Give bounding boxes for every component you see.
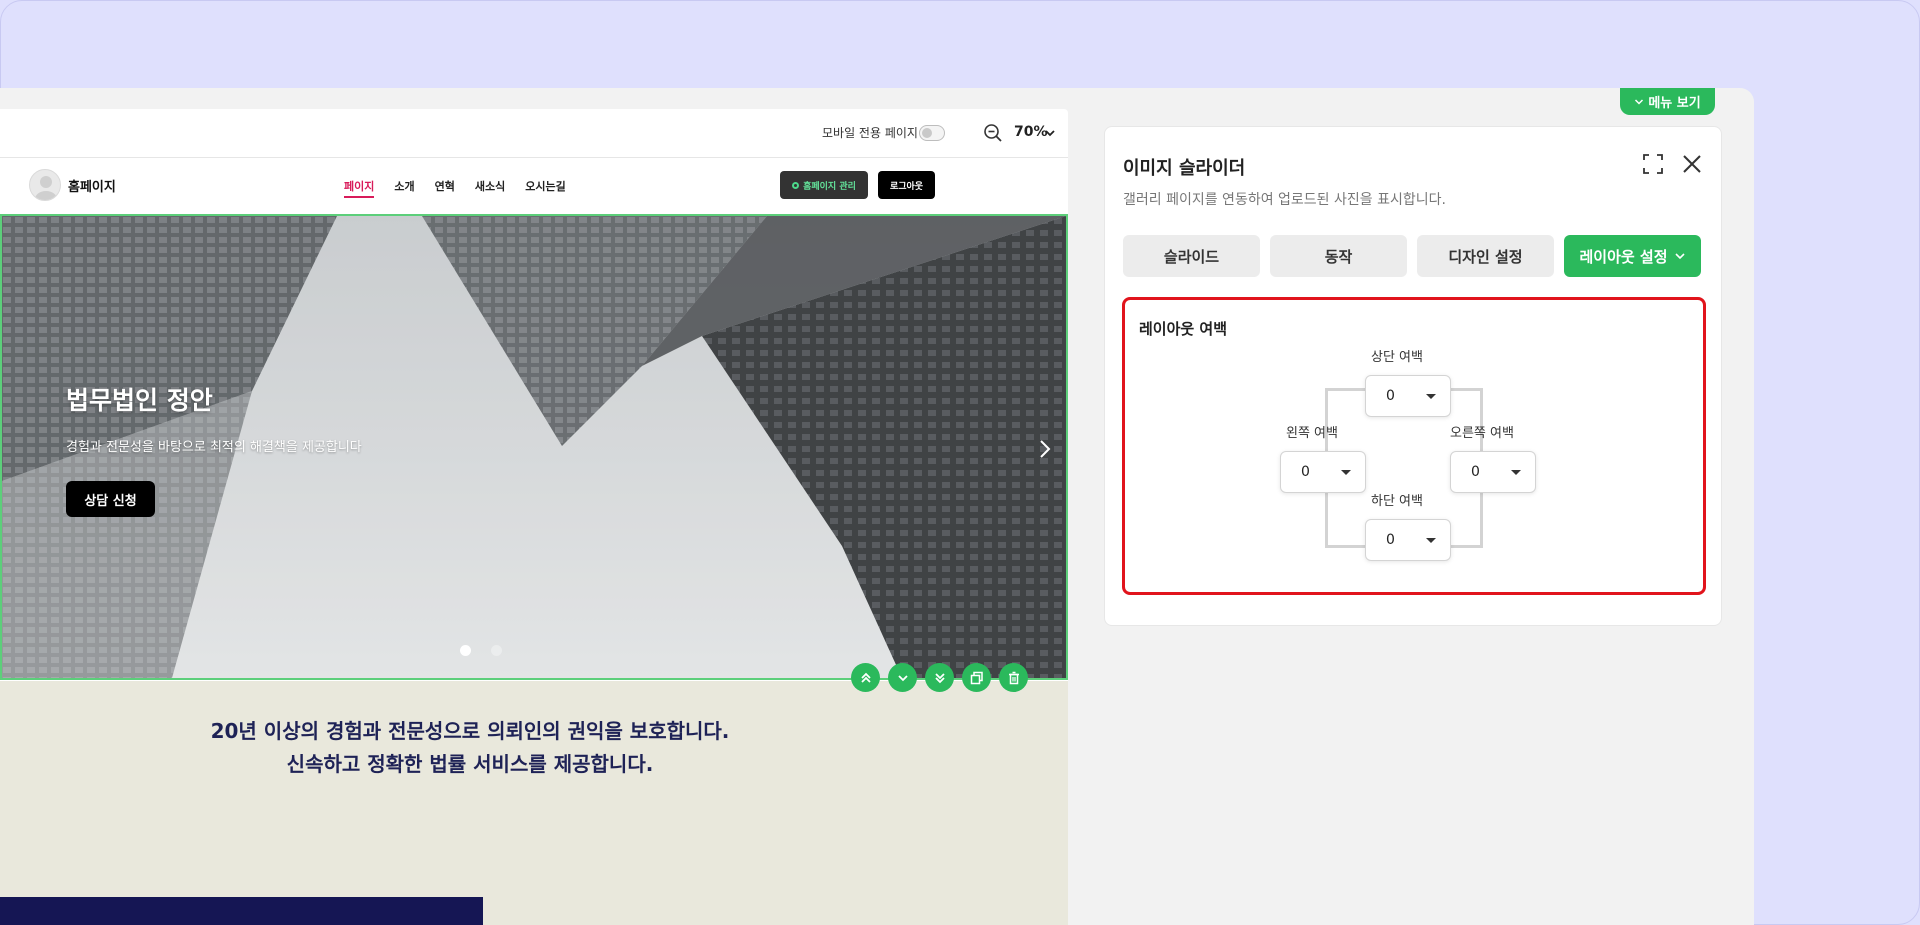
hero-subtitle: 경험과 전문성을 바탕으로 최적의 해결책을 제공합니다	[66, 440, 362, 455]
menu-view-button[interactable]: 메뉴 보기	[1620, 88, 1715, 115]
nav-item-about[interactable]: 소개	[394, 178, 414, 198]
top-margin-select[interactable]: 0	[1365, 375, 1451, 417]
intro-line-2: 신속하고 정확한 법률 서비스를 제공합니다.	[286, 752, 654, 776]
nav-item-history[interactable]: 연혁	[435, 178, 455, 198]
chevron-right-icon[interactable]	[1036, 437, 1054, 461]
caret-down-icon	[1341, 470, 1351, 475]
tab-motion[interactable]: 동작	[1270, 235, 1407, 277]
intro-line-1: 20년 이상의 경험과 전문성으로 의뢰인의 권익을 보호합니다.	[210, 719, 730, 743]
mobile-only-label: 모바일 전용 페이지	[822, 126, 918, 140]
chevron-down-icon[interactable]	[1044, 127, 1056, 139]
tab-design[interactable]: 디자인 설정	[1417, 235, 1554, 277]
homepage-admin-button[interactable]: 홈페이지 관리	[780, 171, 868, 199]
panel-description: 갤러리 페이지를 연동하여 업로드된 사진을 표시합니다.	[1123, 192, 1446, 208]
caret-down-icon	[1426, 394, 1436, 399]
right-margin-label: 오른쪽 여백	[1450, 426, 1514, 441]
delete-button[interactable]	[999, 663, 1028, 692]
move-to-top-button[interactable]	[851, 663, 880, 692]
left-margin-value: 0	[1301, 464, 1310, 480]
double-chevron-up-icon	[860, 672, 871, 683]
settings-panel: 이미지 슬라이더 갤러리 페이지를 연동하여 업로드된 사진을 표시합니다. 슬…	[1104, 126, 1722, 626]
hero-slider[interactable]: 법무법인 정안 경험과 전문성을 바탕으로 최적의 해결책을 제공합니다 상담 …	[0, 214, 1068, 680]
site-header: 홈페이지 페이지 소개 연혁 새소식 오시는길 홈페이지 관리 로그아웃	[0, 159, 1068, 213]
double-chevron-down-icon	[934, 672, 945, 683]
duplicate-button[interactable]	[962, 663, 991, 692]
right-margin-select[interactable]: 0	[1450, 451, 1536, 493]
tab-layout[interactable]: 레이아웃 설정	[1564, 235, 1701, 277]
hero-title: 법무법인 정안	[66, 386, 213, 415]
bottom-margin-value: 0	[1386, 532, 1395, 548]
tab-layout-label: 레이아웃 설정	[1579, 247, 1668, 266]
gear-icon	[792, 181, 800, 189]
tab-slide[interactable]: 슬라이드	[1123, 235, 1260, 277]
slider-dots	[460, 645, 502, 656]
top-margin-label: 상단 여백	[1371, 350, 1423, 365]
zoom-out-icon[interactable]	[983, 123, 1003, 143]
caret-down-icon	[1426, 538, 1436, 543]
left-margin-label: 왼쪽 여백	[1286, 426, 1338, 441]
block-tools	[851, 663, 1028, 692]
layout-margin-label: 레이아웃 여백	[1139, 320, 1228, 338]
layout-margin-box: 레이아웃 여백 상단 여백 0 왼쪽 여백 0 오른쪽 여백 0 하단 여백 0	[1122, 297, 1706, 595]
nav-item-news[interactable]: 새소식	[475, 178, 505, 198]
zoom-level[interactable]: 70%	[1014, 124, 1048, 140]
nav-item-directions[interactable]: 오시는길	[525, 178, 565, 198]
top-margin-value: 0	[1386, 388, 1395, 404]
site-name: 홈페이지	[68, 180, 116, 195]
right-margin-value: 0	[1471, 464, 1480, 480]
bottom-margin-select[interactable]: 0	[1365, 519, 1451, 561]
chevron-down-icon	[1674, 253, 1685, 260]
trash-icon	[1008, 671, 1019, 684]
chevron-down-icon	[1635, 98, 1644, 105]
logout-button[interactable]: 로그아웃	[878, 171, 935, 199]
nav-item-page[interactable]: 페이지	[344, 178, 375, 198]
consultation-button[interactable]: 상담 신청	[66, 481, 155, 517]
preview-toolbar: 모바일 전용 페이지 70%	[0, 109, 1068, 158]
fullscreen-icon[interactable]	[1642, 153, 1664, 175]
panel-tabs: 슬라이드 동작 디자인 설정 레이아웃 설정	[1123, 235, 1701, 277]
slider-dot-2[interactable]	[491, 645, 502, 656]
user-icon	[35, 176, 57, 200]
avatar	[29, 169, 61, 201]
copy-icon	[970, 671, 983, 684]
page-preview: 모바일 전용 페이지 70% 홈페이지 페이지 소개 연혁 새소식 오시는길 홈…	[0, 109, 1068, 925]
bottom-margin-label: 하단 여백	[1371, 494, 1423, 509]
caret-down-icon	[1511, 470, 1521, 475]
move-to-bottom-button[interactable]	[925, 663, 954, 692]
homepage-admin-label: 홈페이지 관리	[803, 181, 856, 192]
chevron-down-icon	[897, 674, 908, 681]
left-margin-select[interactable]: 0	[1280, 451, 1366, 493]
site-nav: 페이지 소개 연혁 새소식 오시는길	[344, 178, 586, 198]
menu-view-label: 메뉴 보기	[1648, 96, 1701, 111]
close-icon[interactable]	[1681, 153, 1703, 175]
navy-block	[0, 897, 483, 925]
mobile-only-toggle[interactable]	[919, 125, 945, 141]
slider-dot-1[interactable]	[460, 645, 471, 656]
panel-title: 이미지 슬라이더	[1123, 158, 1246, 179]
intro-section: 20년 이상의 경험과 전문성으로 의뢰인의 권익을 보호합니다. 신속하고 정…	[0, 681, 1068, 925]
move-down-button[interactable]	[888, 663, 917, 692]
